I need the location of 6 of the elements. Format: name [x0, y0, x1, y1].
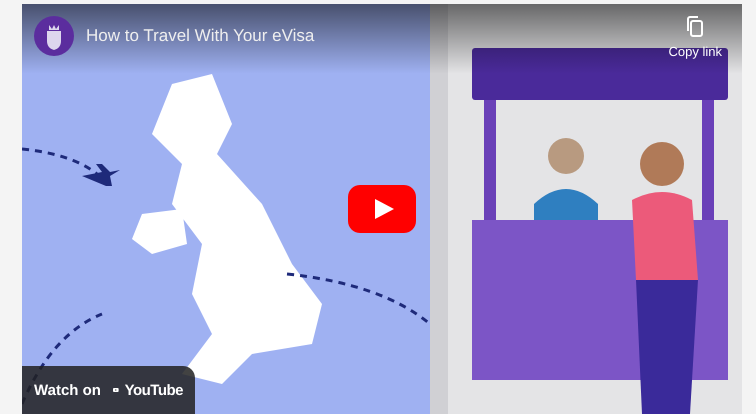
play-button[interactable]: [348, 185, 416, 233]
copy-link-button[interactable]: Copy link: [668, 16, 722, 59]
channel-logo-icon[interactable]: [34, 16, 74, 56]
copy-icon: [686, 16, 704, 38]
watch-on-youtube-button[interactable]: Watch on YouTube: [22, 366, 195, 414]
video-title[interactable]: How to Travel With Your eVisa: [86, 16, 314, 56]
